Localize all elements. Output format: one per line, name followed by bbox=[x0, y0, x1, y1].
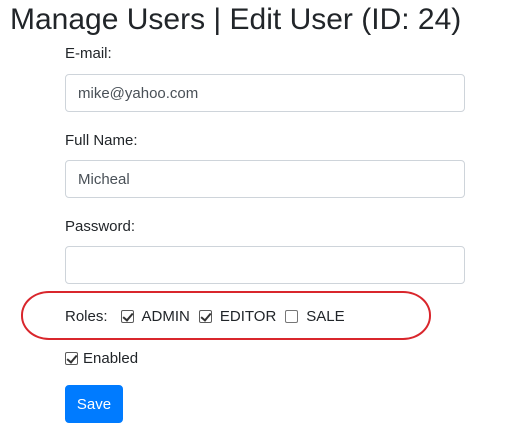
password-field[interactable] bbox=[65, 246, 465, 284]
page-title: Manage Users | Edit User (ID: 24) bbox=[10, 3, 462, 36]
role-admin-label[interactable]: ADMIN bbox=[142, 308, 190, 325]
role-editor-label[interactable]: EDITOR bbox=[220, 308, 276, 325]
save-button[interactable]: Save bbox=[65, 385, 123, 423]
full-name-field[interactable] bbox=[65, 160, 465, 198]
role-admin-checkbox[interactable] bbox=[120, 309, 134, 323]
enabled-checkbox[interactable] bbox=[65, 351, 78, 365]
email-field[interactable] bbox=[65, 74, 465, 112]
password-label: Password: bbox=[65, 218, 136, 235]
enabled-group: Enabled bbox=[65, 348, 147, 368]
role-editor-checkbox[interactable] bbox=[198, 309, 212, 323]
roles-label: Roles: bbox=[65, 307, 108, 325]
role-sale-checkbox[interactable] bbox=[285, 309, 299, 323]
email-label: E-mail: bbox=[65, 45, 112, 62]
full-name-label: Full Name: bbox=[65, 132, 138, 149]
enabled-label[interactable]: Enabled bbox=[83, 350, 138, 367]
role-sale-label[interactable]: SALE bbox=[306, 308, 344, 325]
roles-group: Roles: ADMIN EDITOR SALE bbox=[65, 306, 354, 326]
